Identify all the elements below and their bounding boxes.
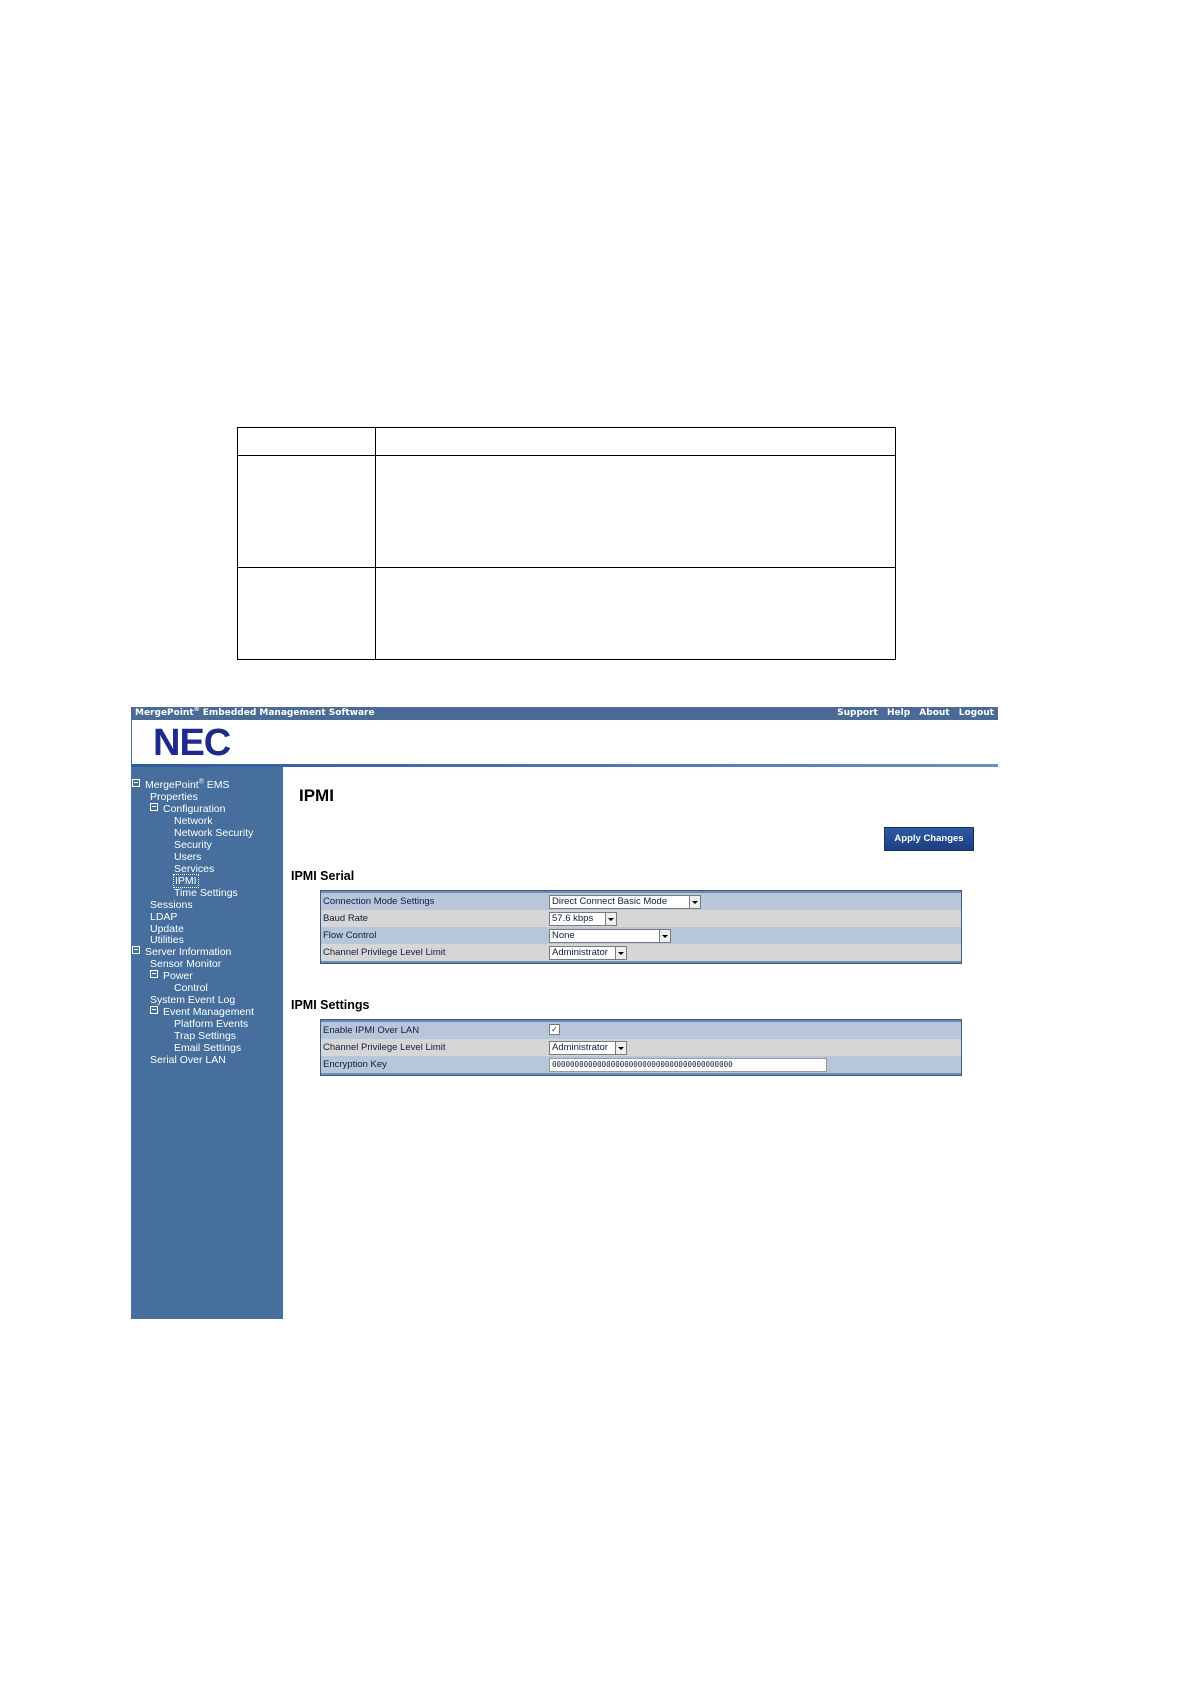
sidebar-item-server-information[interactable]: Server Information <box>132 946 231 958</box>
table-cell <box>375 427 896 456</box>
row-label: Baud Rate <box>323 913 368 924</box>
sidebar-item-ldap[interactable]: LDAP <box>150 911 177 923</box>
flow-control-select[interactable]: None <box>549 929 671 943</box>
lan-privilege-select[interactable]: Administrator <box>549 1041 627 1055</box>
nec-logo: NEC <box>153 722 231 764</box>
sidebar-item-security[interactable]: Security <box>174 839 212 851</box>
document-table <box>237 427 896 660</box>
app-title: MergePoint® Embedded Management Software <box>135 706 375 719</box>
table-row: Channel Privilege Level Limit Administra… <box>321 1039 961 1056</box>
row-label: Flow Control <box>323 930 377 941</box>
sidebar-item-serial-over-lan[interactable]: Serial Over LAN <box>150 1054 226 1066</box>
sidebar-item-mergepoint-ems[interactable]: MergePoint® EMS <box>132 779 230 791</box>
logo-banner: NEC <box>131 720 999 764</box>
collapse-icon[interactable] <box>132 946 140 954</box>
sidebar-item-configuration[interactable]: Configuration <box>150 803 225 815</box>
page-title: IPMI <box>299 786 334 805</box>
sidebar-item-trap-settings[interactable]: Trap Settings <box>174 1030 236 1042</box>
row-label: Channel Privilege Level Limit <box>323 947 446 958</box>
ipmi-serial-panel: Connection Mode Settings Direct Connect … <box>320 890 962 964</box>
table-cell <box>375 455 896 568</box>
sidebar-item-users[interactable]: Users <box>174 851 201 863</box>
connection-mode-select[interactable]: Direct Connect Basic Mode <box>549 895 701 909</box>
sidebar-item-network[interactable]: Network <box>174 815 213 827</box>
ipmi-serial-title: IPMI Serial <box>291 869 355 883</box>
collapse-icon[interactable] <box>132 779 140 787</box>
top-bar: MergePoint® Embedded Management Software… <box>131 707 998 720</box>
table-cell <box>237 455 376 568</box>
table-row: Channel Privilege Level Limit Administra… <box>321 944 961 961</box>
chevron-down-icon <box>615 947 626 959</box>
table-cell <box>375 567 896 660</box>
serial-privilege-select[interactable]: Administrator <box>549 946 627 960</box>
sidebar-item-utilities[interactable]: Utilities <box>150 934 184 946</box>
chevron-down-icon <box>689 896 700 908</box>
support-link[interactable]: Support <box>837 708 878 718</box>
sidebar: MergePoint® EMS Properties Configuration… <box>131 767 283 1319</box>
ems-screenshot: MergePoint® Embedded Management Software… <box>131 707 999 1319</box>
collapse-icon[interactable] <box>150 970 158 978</box>
sidebar-item-network-security[interactable]: Network Security <box>174 827 253 839</box>
main-content: IPMI Apply Changes IPMI Serial Connectio… <box>283 767 998 1319</box>
row-label: Connection Mode Settings <box>323 896 435 907</box>
help-link[interactable]: Help <box>887 708 910 718</box>
table-row: Baud Rate 57.6 kbps <box>321 910 961 927</box>
row-label: Enable IPMI Over LAN <box>323 1025 420 1036</box>
sidebar-item-properties[interactable]: Properties <box>150 791 198 803</box>
row-label: Encryption Key <box>323 1059 387 1070</box>
table-cell <box>237 427 376 456</box>
baud-rate-select[interactable]: 57.6 kbps <box>549 912 617 926</box>
ipmi-settings-panel: Enable IPMI Over LAN ✓ Channel Privilege… <box>320 1019 962 1076</box>
table-row: Enable IPMI Over LAN ✓ <box>321 1022 961 1039</box>
sidebar-item-sessions[interactable]: Sessions <box>150 899 193 911</box>
about-link[interactable]: About <box>919 708 949 718</box>
chevron-down-icon <box>605 913 616 925</box>
table-row: Encryption Key 0000000000000000000000000… <box>321 1056 961 1073</box>
collapse-icon[interactable] <box>150 803 158 811</box>
logout-link[interactable]: Logout <box>959 708 994 718</box>
ipmi-settings-title: IPMI Settings <box>291 998 370 1012</box>
sidebar-item-power[interactable]: Power <box>150 970 193 982</box>
sidebar-item-time-settings[interactable]: Time Settings <box>174 887 238 899</box>
sidebar-item-platform-events[interactable]: Platform Events <box>174 1018 248 1030</box>
table-row: Flow Control None <box>321 927 961 944</box>
sidebar-item-event-management[interactable]: Event Management <box>150 1006 254 1018</box>
table-cell <box>237 567 376 660</box>
collapse-icon[interactable] <box>150 1006 158 1014</box>
table-row: Connection Mode Settings Direct Connect … <box>321 893 961 910</box>
chevron-down-icon <box>615 1042 626 1054</box>
encryption-key-input[interactable]: 0000000000000000000000000000000000000000 <box>549 1058 827 1072</box>
sidebar-item-system-event-log[interactable]: System Event Log <box>150 994 235 1006</box>
apply-changes-button[interactable]: Apply Changes <box>884 827 974 851</box>
enable-ipmi-lan-checkbox[interactable]: ✓ <box>549 1024 560 1035</box>
header-links: Support Help About Logout <box>831 707 994 720</box>
row-label: Channel Privilege Level Limit <box>323 1042 446 1053</box>
chevron-down-icon <box>659 930 670 942</box>
sidebar-item-sensor-monitor[interactable]: Sensor Monitor <box>150 958 221 970</box>
sidebar-item-control[interactable]: Control <box>174 982 208 994</box>
sidebar-item-ipmi[interactable]: IPMI <box>173 874 199 888</box>
sidebar-item-email-settings[interactable]: Email Settings <box>174 1042 241 1054</box>
